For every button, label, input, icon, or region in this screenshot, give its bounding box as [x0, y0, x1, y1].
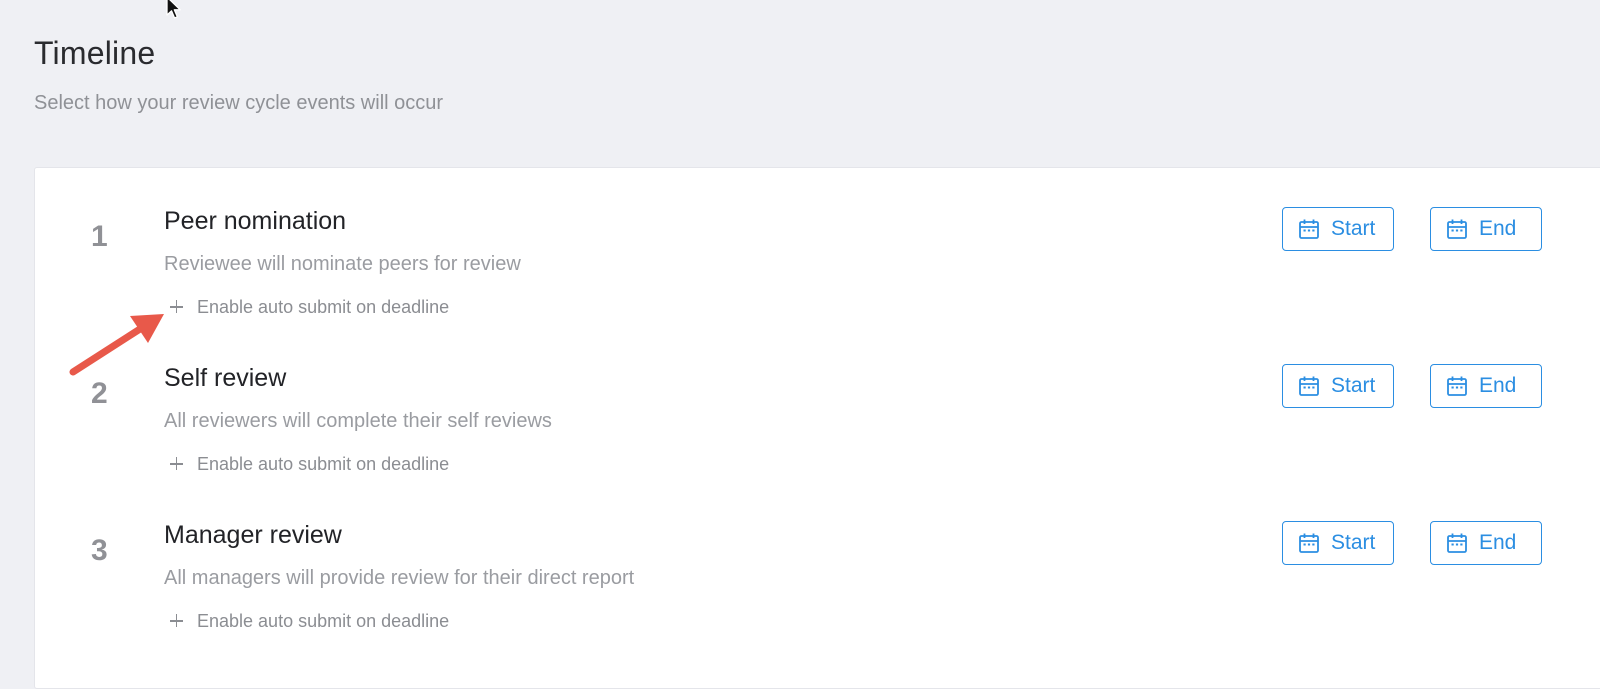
calendar-icon	[1299, 376, 1319, 396]
timeline-step-self-review: 2 Self review All reviewers will complet…	[35, 325, 1600, 475]
enable-auto-submit-toggle[interactable]: Enable auto submit on deadline	[164, 296, 449, 318]
end-date-button[interactable]: End	[1430, 207, 1542, 251]
start-date-button[interactable]: Start	[1282, 521, 1394, 565]
end-date-button[interactable]: End	[1430, 521, 1542, 565]
start-button-label: Start	[1331, 217, 1376, 240]
step-number: 1	[91, 220, 108, 253]
timeline-step-peer-nomination: 1 Peer nomination Reviewee will nominate…	[35, 168, 1600, 318]
start-date-button[interactable]: Start	[1282, 364, 1394, 408]
enable-auto-submit-toggle[interactable]: Enable auto submit on deadline	[164, 453, 449, 475]
step-title: Manager review	[164, 521, 342, 549]
plus-icon	[167, 611, 187, 631]
step-description: All managers will provide review for the…	[164, 567, 635, 589]
step-number: 3	[91, 534, 108, 567]
end-date-button[interactable]: End	[1430, 364, 1542, 408]
step-title: Self review	[164, 364, 287, 392]
end-button-label: End	[1479, 217, 1517, 240]
page-title: Timeline	[34, 35, 156, 71]
calendar-icon	[1299, 533, 1319, 553]
enable-auto-submit-toggle[interactable]: Enable auto submit on deadline	[164, 610, 449, 632]
plus-icon	[167, 454, 187, 474]
calendar-icon	[1299, 219, 1319, 239]
auto-submit-label: Enable auto submit on deadline	[197, 296, 450, 317]
calendar-icon	[1447, 376, 1467, 396]
step-title: Peer nomination	[164, 207, 347, 235]
auto-submit-label: Enable auto submit on deadline	[197, 453, 450, 474]
step-description: Reviewee will nominate peers for review	[164, 253, 521, 275]
start-button-label: Start	[1331, 531, 1376, 554]
timeline-card: 1 Peer nomination Reviewee will nominate…	[34, 167, 1600, 689]
auto-submit-label: Enable auto submit on deadline	[197, 610, 450, 631]
mouse-cursor-icon	[166, 0, 181, 19]
calendar-icon	[1447, 219, 1467, 239]
page-subtitle: Select how your review cycle events will…	[34, 92, 444, 114]
calendar-icon	[1447, 533, 1467, 553]
end-button-label: End	[1479, 531, 1517, 554]
timeline-step-manager-review: 3 Manager review All managers will provi…	[35, 482, 1600, 632]
red-arrow-annotation	[69, 314, 164, 376]
start-date-button[interactable]: Start	[1282, 207, 1394, 251]
step-description: All reviewers will complete their self r…	[164, 410, 552, 432]
step-number: 2	[91, 377, 108, 410]
end-button-label: End	[1479, 374, 1517, 397]
start-button-label: Start	[1331, 374, 1376, 397]
